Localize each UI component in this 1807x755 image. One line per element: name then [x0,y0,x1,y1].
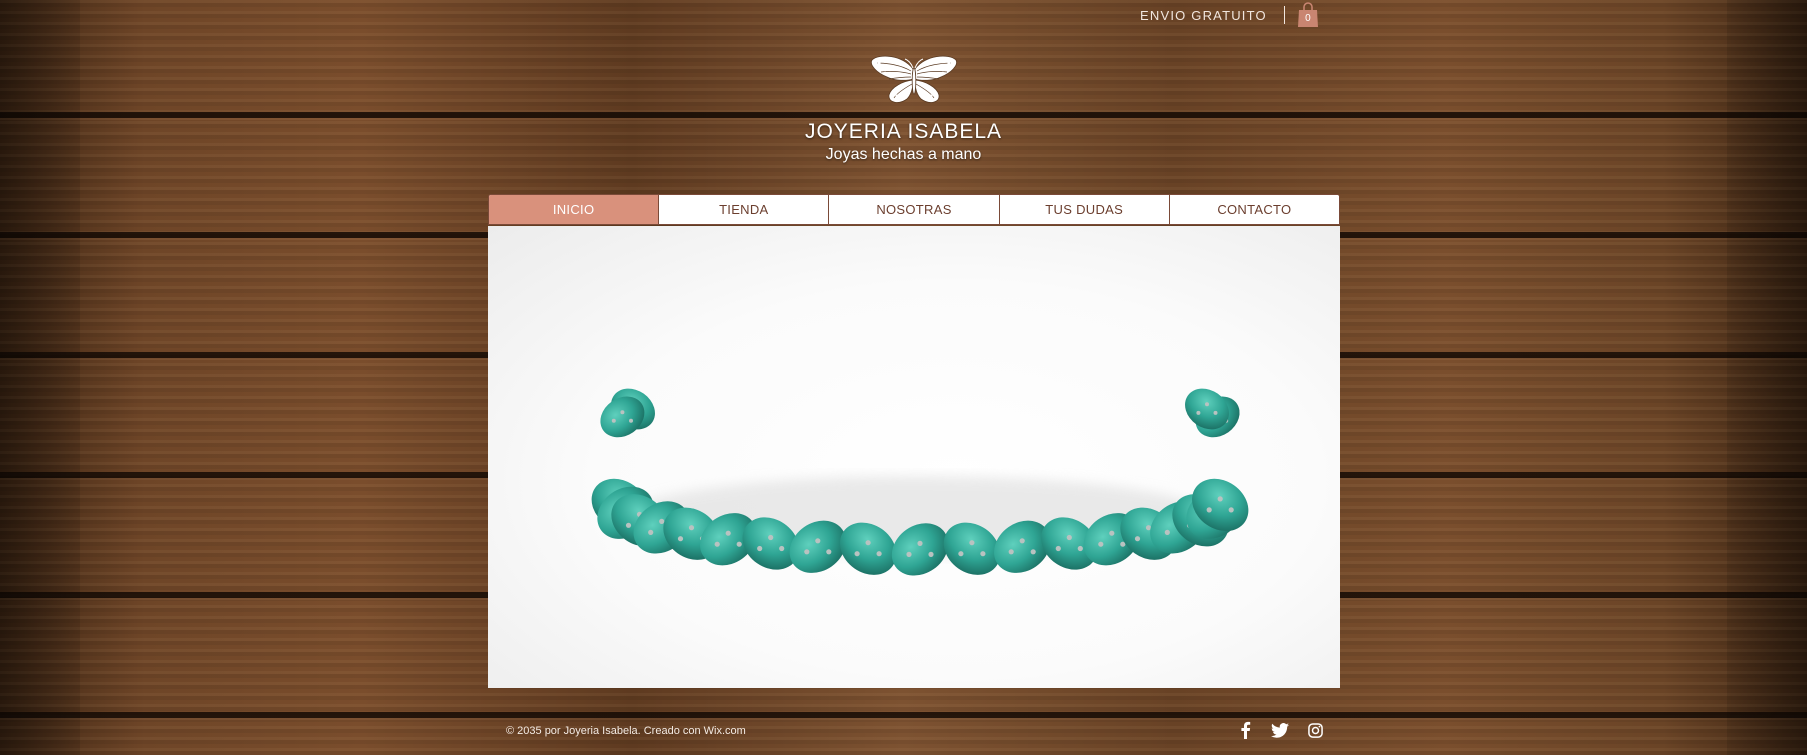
silver-bead [854,551,860,557]
nav-item-nosotras[interactable]: NOSOTRAS [828,195,999,224]
butterfly-icon[interactable] [869,55,959,107]
silver-bead [779,545,785,552]
silver-bead [714,541,720,547]
silver-bead [1019,538,1025,544]
hero-image [488,226,1340,688]
site-title[interactable]: JOYERIA ISABELA [0,120,1807,144]
silver-bead [1164,529,1170,535]
silver-bead [928,551,934,557]
silver-bead [1109,530,1115,536]
silver-bead [625,522,632,528]
silver-bead [620,410,625,415]
nav-item-contacto[interactable]: CONTACTO [1168,195,1339,224]
silver-bead [768,534,774,541]
nav-item-tus-dudas[interactable]: TUS DUDAS [998,195,1169,224]
silver-bead [1228,507,1234,513]
silver-bead [629,418,633,423]
social-bar [1236,721,1341,739]
silver-bead [757,545,763,552]
silver-bead [876,551,882,557]
top-divider [1283,6,1285,24]
wood-edge-right [1727,0,1807,755]
silver-bead [1134,536,1141,542]
beaded-necklace-image [591,388,1249,576]
silver-bead [865,540,871,546]
silver-bead [1077,545,1083,552]
silver-bead [1008,549,1014,555]
cart-count: 0 [1305,13,1311,24]
silver-bead [611,418,616,423]
silver-bead [1217,496,1223,502]
silver-bead [804,549,810,555]
silver-bead [1196,410,1201,415]
silver-bead [958,551,964,557]
silver-bead [980,551,986,557]
top-bar: ENVIO GRATUITO 0 [1140,0,1319,30]
silver-bead [1206,507,1212,513]
silver-bead [677,536,684,542]
silver-bead [969,540,975,546]
site-subtitle: Joyas hechas a mano [825,146,982,163]
silver-bead [648,529,654,535]
nav-item-inicio[interactable]: INICIO [489,195,659,224]
silver-bead [659,518,665,524]
silver-bead [815,538,821,544]
twitter-icon[interactable] [1271,721,1289,739]
silver-bead [736,541,742,547]
footer-copyright: © 2035 por Joyeria Isabela. Creado con W… [506,725,746,737]
silver-bead [1213,410,1218,415]
silver-bead [826,549,832,555]
instagram-icon[interactable] [1306,721,1324,739]
free-shipping-link[interactable]: ENVIO GRATUITO [1140,8,1267,23]
silver-bead [1205,402,1209,407]
wood-edge-left [0,0,80,755]
silver-bead [1145,525,1152,531]
main-nav: INICIO TIENDA NOSOTRAS TUS DUDAS CONTACT… [488,194,1340,225]
silver-bead [1066,534,1072,541]
silver-bead [1055,545,1061,552]
silver-bead [688,525,695,531]
cart-button[interactable]: 0 [1297,2,1319,28]
silver-bead [725,530,731,536]
nav-item-tienda[interactable]: TIENDA [658,195,829,224]
facebook-icon[interactable] [1236,721,1254,739]
silver-bead [906,551,912,557]
silver-bead [917,540,923,546]
silver-bead [1030,549,1036,555]
silver-bead [1098,541,1104,547]
